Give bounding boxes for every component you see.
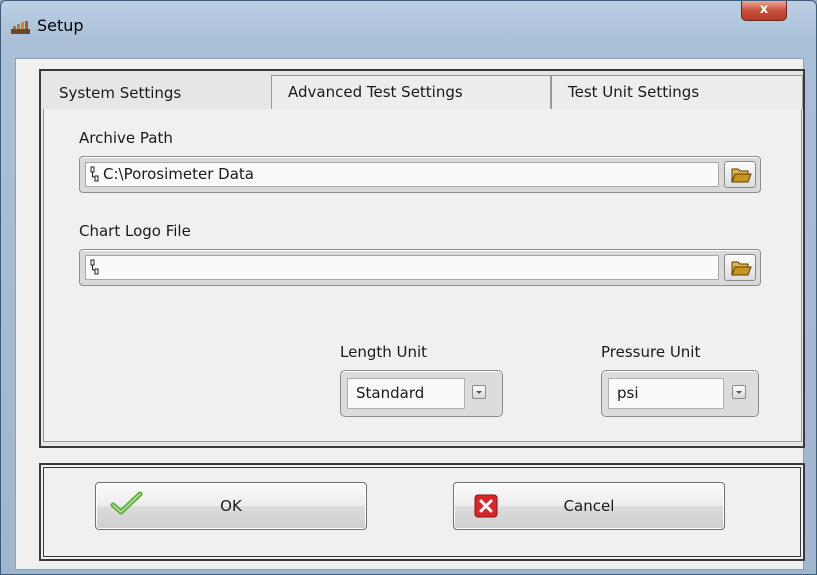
path-icon [90,166,99,182]
tab-label: Test Unit Settings [568,83,700,101]
archive-path-control: C:\Porosimeter Data [79,156,761,193]
pressure-unit-label: Pressure Unit [601,343,701,361]
folder-open-icon [731,261,752,276]
tab-label: System Settings [59,84,182,102]
setup-window: Setup x System Settings Advanced Test Se… [0,0,817,575]
close-button[interactable]: x [741,1,787,21]
tab-label: Advanced Test Settings [288,83,463,101]
length-unit-label: Length Unit [340,343,428,361]
pressure-unit-dropdown[interactable]: psi [601,370,759,417]
settings-tab-control: System Settings Advanced Test Settings T… [39,69,805,448]
chart-logo-file-label: Chart Logo File [79,222,191,240]
archive-path-input[interactable]: C:\Porosimeter Data [85,162,719,187]
chevron-down-icon[interactable] [732,385,746,399]
tab-advanced-test-settings[interactable]: Advanced Test Settings [271,75,551,109]
close-icon: x [759,2,769,17]
cancel-button[interactable]: Cancel [453,482,725,530]
path-icon [90,259,99,275]
archive-path-browse-button[interactable] [724,161,756,188]
button-bar: OK Cancel [39,463,805,561]
dialog-client-area: System Settings Advanced Test Settings T… [15,58,805,570]
chevron-down-icon[interactable] [472,385,486,399]
pressure-unit-value: psi [608,378,724,409]
archive-path-value: C:\Porosimeter Data [103,165,254,183]
system-settings-panel: Archive Path C:\Porosimeter Data Chart L… [43,109,802,442]
tab-system-settings[interactable]: System Settings [43,75,271,113]
chart-logo-file-input[interactable] [85,255,719,280]
archive-path-label: Archive Path [79,129,173,147]
tab-test-unit-settings[interactable]: Test Unit Settings [551,75,803,109]
ok-button-label: OK [220,497,242,515]
ok-button[interactable]: OK [95,482,367,530]
length-unit-dropdown[interactable]: Standard [340,370,503,417]
window-title: Setup [37,16,84,35]
chart-logo-file-control [79,249,761,286]
chart-app-icon [11,21,30,34]
title-bar[interactable]: Setup x [1,1,816,57]
cancel-button-label: Cancel [563,497,615,515]
folder-open-icon [731,168,752,183]
length-unit-value: Standard [347,378,465,409]
chart-logo-file-browse-button[interactable] [724,254,756,281]
